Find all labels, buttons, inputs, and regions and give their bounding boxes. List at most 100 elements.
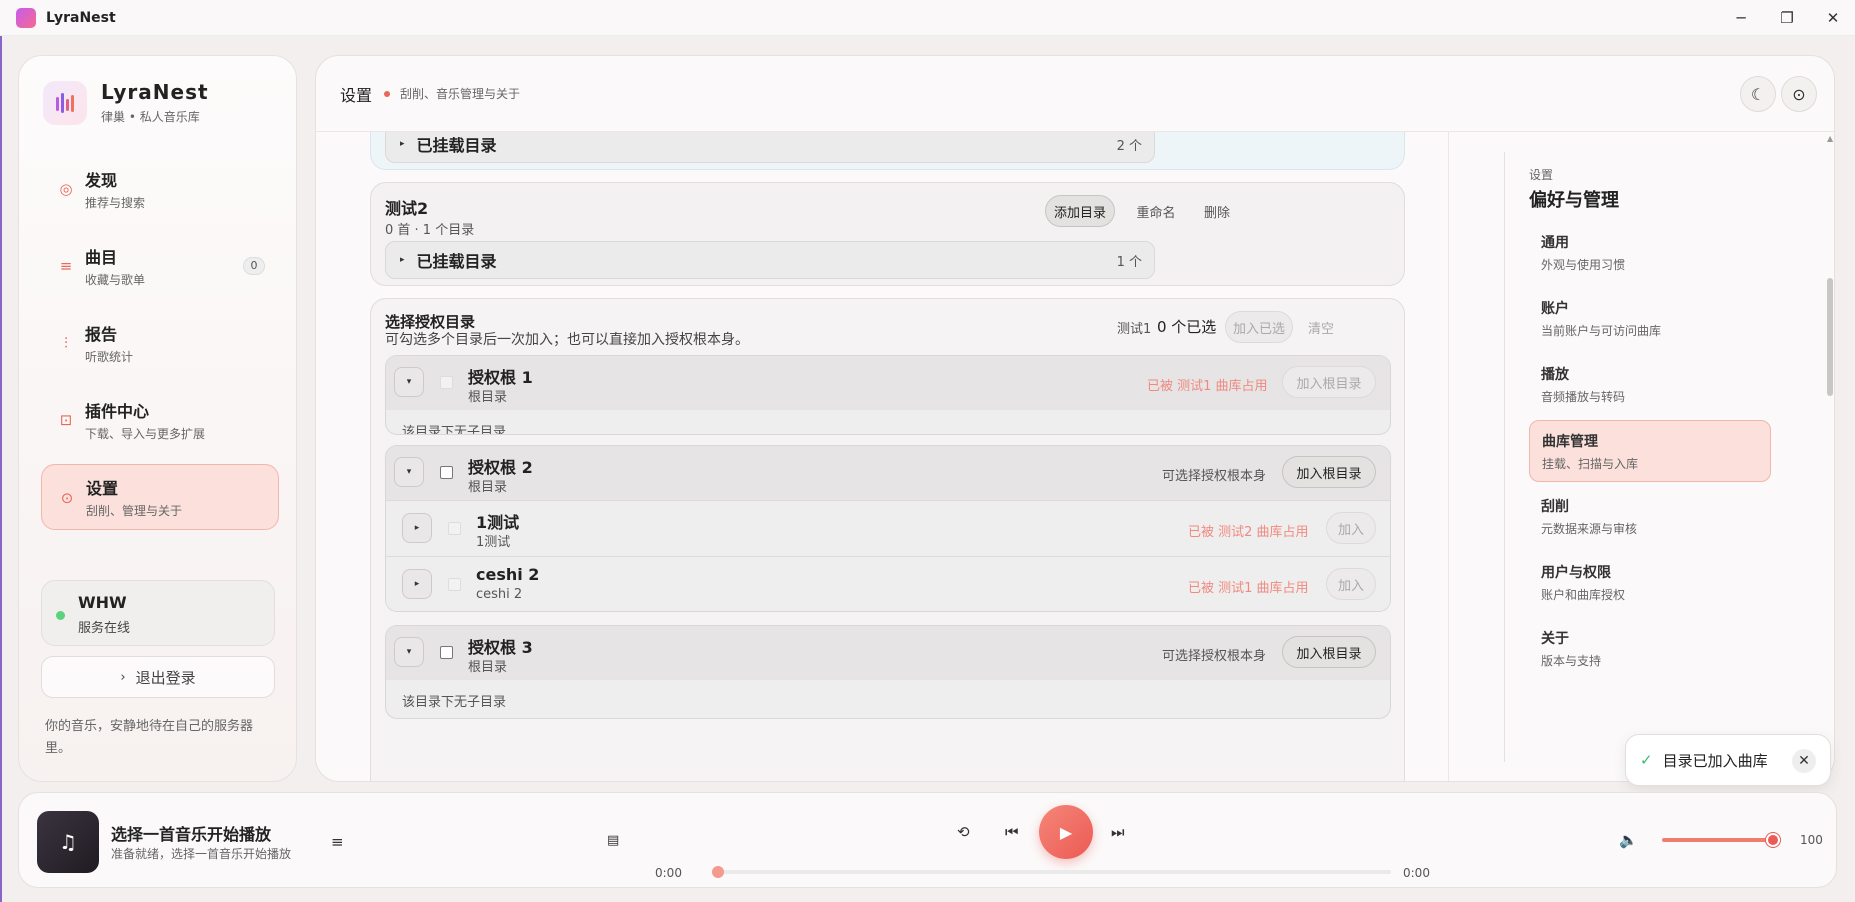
online-status-dot xyxy=(56,611,65,620)
mounted-count: 1 个 xyxy=(1116,254,1142,270)
brand-name: LyraNest xyxy=(101,80,209,104)
item-title: 关于 xyxy=(1541,631,1569,647)
selectable-status: 可选择授权根本身 xyxy=(1162,649,1267,664)
empty-subdirs: 该目录下无子目录 xyxy=(402,694,507,710)
main-panel: 设置 刮削、音乐管理与关于 ☾ ⊙ ▸ 已挂载目录 2 个 测试2 0 首 · … xyxy=(315,55,1835,782)
add-root-button[interactable]: 加入根目录 xyxy=(1282,366,1376,398)
add-dir-button[interactable]: 添加目录 xyxy=(1045,195,1115,227)
root-sub: 根目录 xyxy=(468,480,508,495)
expand-toggle[interactable]: ▸ xyxy=(402,513,432,543)
mounted-dirs-toggle[interactable]: ▸ 已挂载目录 2 个 xyxy=(385,132,1155,163)
nav-title: 设置 xyxy=(86,479,119,498)
repeat-icon[interactable]: ⟲ xyxy=(957,823,970,841)
scroll-up-icon[interactable]: ▲ xyxy=(1827,134,1833,143)
settings-item-scraping[interactable]: 刮削 元数据来源与审核 xyxy=(1529,486,1771,548)
expand-toggle[interactable]: ▾ xyxy=(394,367,424,397)
occupied-status: 已被 测试1 曲库占用 xyxy=(1188,581,1309,596)
gear-icon: ⊙ xyxy=(1792,84,1806,104)
add-root-button[interactable]: 加入根目录 xyxy=(1282,636,1376,668)
root-name: 授权根 2 xyxy=(468,458,533,477)
previous-icon[interactable]: ⏮ xyxy=(1005,823,1019,841)
settings-item-account[interactable]: 账户 当前账户与可访问曲库 xyxy=(1529,288,1771,350)
item-sub: 元数据来源与审核 xyxy=(1541,522,1638,536)
toast-close-button[interactable]: ✕ xyxy=(1792,749,1816,773)
settings-item-library[interactable]: 曲库管理挂载、扫描与入库 xyxy=(1529,420,1771,482)
moon-icon: ☾ xyxy=(1750,84,1766,104)
library-name: 测试2 xyxy=(385,199,429,218)
add-root-button[interactable]: 加入根目录 xyxy=(1282,456,1376,488)
library-stats: 0 首 · 1 个目录 xyxy=(385,223,475,238)
settings-item-general[interactable]: 通用 外观与使用习惯 xyxy=(1529,222,1771,284)
mounted-dirs-toggle[interactable]: ▸ 已挂载目录 1 个 xyxy=(385,241,1155,279)
root-header: ▾ 授权根 1 根目录 已被 测试1 曲库占用 加入根目录 xyxy=(386,356,1390,410)
root-sub: 根目录 xyxy=(468,660,508,675)
time-current: 0:00 xyxy=(655,866,682,880)
root-checkbox[interactable] xyxy=(440,466,453,479)
lyrics-icon[interactable]: ▤ xyxy=(607,833,619,848)
subdir-checkbox[interactable] xyxy=(448,578,461,591)
theme-toggle-button[interactable]: ☾ xyxy=(1740,76,1776,112)
nav-settings[interactable]: ⊙ 设置 刮削、管理与关于 xyxy=(41,464,279,530)
subdir-row: ▸ 1测试 1测试 已被 测试2 曲库占用 加入 xyxy=(386,500,1390,556)
app-logo-icon xyxy=(16,7,36,28)
volume-knob[interactable] xyxy=(1766,833,1780,847)
expand-toggle[interactable]: ▾ xyxy=(394,457,424,487)
track-title: 选择一首音乐开始播放 xyxy=(111,825,272,844)
next-icon[interactable]: ⏭ xyxy=(1111,823,1125,841)
expand-toggle[interactable]: ▸ xyxy=(402,569,432,599)
logout-button[interactable]: › 退出登录 xyxy=(41,656,275,698)
nav-sub: 听歌统计 xyxy=(85,350,134,364)
settings-title: 偏好与管理 xyxy=(1529,190,1619,211)
delete-button[interactable]: 删除 xyxy=(1189,195,1245,227)
root-name: 授权根 1 xyxy=(468,368,533,387)
settings-item-playback[interactable]: 播放 音频播放与转码 xyxy=(1529,354,1771,416)
nav-sub: 下载、导入与更多扩展 xyxy=(85,427,206,441)
item-sub: 挂载、扫描与入库 xyxy=(1542,457,1639,471)
picker-target: 测试1 xyxy=(1117,322,1152,337)
progress-knob[interactable] xyxy=(712,866,724,878)
settings-item-about[interactable]: 关于 版本与支持 xyxy=(1529,618,1771,680)
item-title: 用户与权限 xyxy=(1541,565,1611,581)
rename-button[interactable]: 重命名 xyxy=(1123,195,1189,227)
clear-button[interactable]: 清空 xyxy=(1293,311,1349,343)
root-checkbox[interactable] xyxy=(440,376,453,389)
root-sub: 根目录 xyxy=(468,390,508,405)
scroll-thumb[interactable] xyxy=(1827,278,1833,396)
add-selected-button[interactable]: 加入已选 xyxy=(1225,311,1293,343)
nav-plugins[interactable]: ⊡ 插件中心 下载、导入与更多扩展 xyxy=(41,387,279,453)
album-cover: ♫ xyxy=(37,811,99,873)
track-subtitle: 准备就绪，选择一首音乐开始播放 xyxy=(111,847,292,861)
add-subdir-button[interactable]: 加入 xyxy=(1326,568,1376,600)
root-checkbox[interactable] xyxy=(440,646,453,659)
minimize-button[interactable]: ─ xyxy=(1718,4,1764,32)
volume-track[interactable] xyxy=(1662,838,1774,842)
settings-icon: ⊙ xyxy=(60,489,74,507)
triangle-right-icon: ▸ xyxy=(400,255,405,265)
scrollbar[interactable]: ▲ xyxy=(1826,134,1834,784)
settings-item-users[interactable]: 用户与权限 账户和曲库授权 xyxy=(1529,552,1771,614)
triangle-right-icon: ▸ xyxy=(414,579,420,589)
maximize-button[interactable]: ❐ xyxy=(1764,4,1810,32)
nav-discover[interactable]: ◎ 发现 推荐与搜索 xyxy=(41,156,279,222)
close-button[interactable]: ✕ xyxy=(1810,4,1855,32)
add-subdir-button[interactable]: 加入 xyxy=(1326,512,1376,544)
nav-reports[interactable]: ⫶ 报告 听歌统计 xyxy=(41,310,279,376)
occupied-status: 已被 测试1 曲库占用 xyxy=(1147,379,1268,394)
nav-sub: 推荐与搜索 xyxy=(85,196,146,210)
queue-icon[interactable]: ≡ xyxy=(331,833,344,851)
play-button[interactable]: ▶ xyxy=(1039,805,1093,859)
settings-button[interactable]: ⊙ xyxy=(1781,76,1817,112)
expand-toggle[interactable]: ▾ xyxy=(394,637,424,667)
nav-title: 插件中心 xyxy=(85,402,150,421)
progress-track[interactable] xyxy=(716,870,1391,874)
item-sub: 音频播放与转码 xyxy=(1541,390,1626,404)
user-card[interactable]: WHW 服务在线 xyxy=(41,580,275,646)
chevron-right-icon: › xyxy=(120,669,126,685)
item-title: 曲库管理 xyxy=(1542,434,1598,450)
nav-sub: 收藏与歌单 xyxy=(85,273,146,287)
volume-icon[interactable]: 🔈 xyxy=(1619,831,1638,849)
brand-subtitle: 律巢 • 私人音乐库 xyxy=(101,110,200,124)
nav-tracks[interactable]: ≡ 曲目 收藏与歌单 0 xyxy=(41,233,279,299)
subdir-checkbox[interactable] xyxy=(448,522,461,535)
auth-root-1: ▾ 授权根 1 根目录 已被 测试1 曲库占用 加入根目录 该目录下无子目录 xyxy=(385,355,1391,435)
